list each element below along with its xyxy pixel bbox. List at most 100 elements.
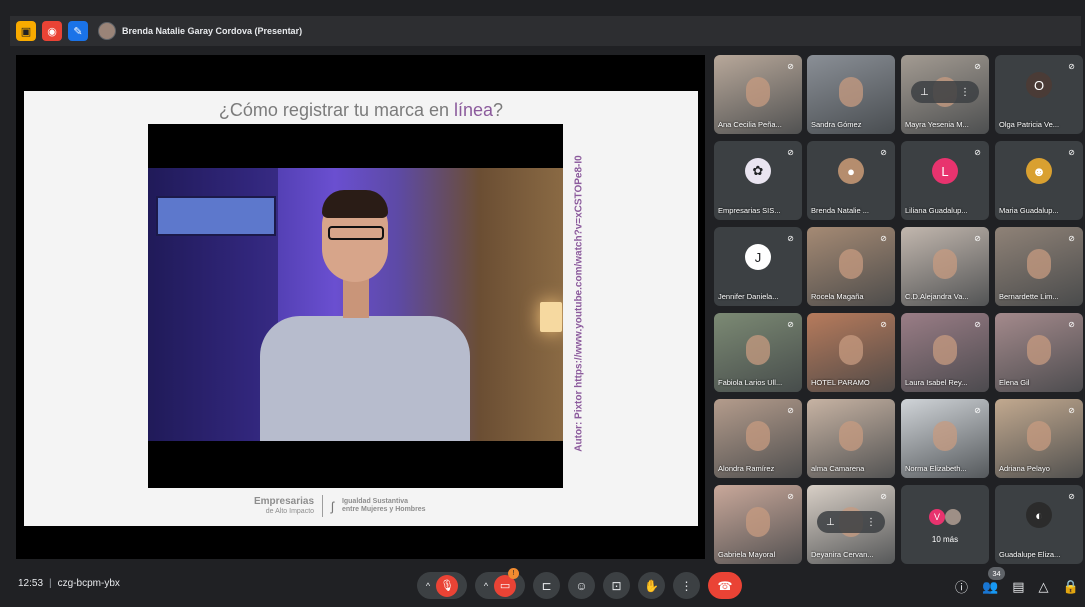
mic-off-icon: ⊘ <box>880 492 887 501</box>
mic-off-icon: ⊘ <box>974 148 981 157</box>
mic-off-icon: ⊘ <box>787 406 794 415</box>
participant-tile[interactable]: ⊘ HOTEL PARAMO <box>807 313 895 392</box>
participant-tile[interactable]: ● ⊘ Brenda Natalie ... <box>807 141 895 220</box>
alert-badge: ! <box>508 568 519 579</box>
mic-off-icon: ⊘ <box>1068 148 1075 157</box>
people-icon[interactable]: 👥 <box>982 579 998 595</box>
participant-name: Mayra Yesenia M... <box>905 120 969 129</box>
participant-name: Alondra Ramírez <box>718 464 775 473</box>
mic-off-icon: ⊘ <box>787 148 794 157</box>
hand-icon: ✋ <box>644 578 659 593</box>
logo-empresarias-line1: Empresarias <box>254 496 315 508</box>
more-avatars: V <box>929 509 961 525</box>
top-bar: ▣ ◉ ✎ Brenda Natalie Garay Cordova (Pres… <box>10 16 1081 46</box>
present-icon: ⊡ <box>611 578 622 593</box>
participant-face <box>746 77 770 107</box>
mic-off-icon: ⊘ <box>787 62 794 71</box>
tile-hover-bar: ⊥ ⋮ <box>911 81 979 103</box>
captions-icon: ⊏ <box>541 578 552 593</box>
participant-name: alma Camarena <box>811 464 865 473</box>
participant-tile[interactable]: ✿ ⊘ Empresarias SIS... <box>714 141 802 220</box>
more-participants-label: 10 más <box>931 535 959 544</box>
participant-name: Laura Isabel Rey... <box>905 378 968 387</box>
participant-tile[interactable]: Sandra Gómez <box>807 55 895 134</box>
participant-name: Maria Guadalup... <box>999 206 1059 215</box>
more-vert-icon[interactable]: ⋮ <box>960 87 970 98</box>
mic-off-icon: ⊘ <box>974 320 981 329</box>
phone-end-icon: ☎ <box>717 578 733 593</box>
participant-tile[interactable]: ⊘ Elena Gil <box>995 313 1083 392</box>
record-icon[interactable]: ◉ <box>42 21 62 41</box>
participant-name: Guadalupe Eliza... <box>999 550 1061 559</box>
participant-tile[interactable]: ⊘ Alondra Ramírez <box>714 399 802 478</box>
participant-face <box>1027 421 1051 451</box>
participant-name: Deyanira Cervan... <box>811 550 874 559</box>
participant-tile[interactable]: alma Camarena <box>807 399 895 478</box>
participant-tile[interactable]: ⊘ Gabriela Mayoral <box>714 485 802 564</box>
participant-face <box>933 335 957 365</box>
info-icon[interactable]: ⓘ <box>955 577 968 596</box>
mic-off-icon: ⊘ <box>1068 234 1075 243</box>
participant-tile[interactable]: ⊘ C.D.Alejandra Va... <box>901 227 989 306</box>
participant-tile[interactable]: ☻ ⊘ Maria Guadalup... <box>995 141 1083 220</box>
captions-button[interactable]: ⊏ <box>533 572 560 599</box>
more-options-button[interactable]: ⋮ <box>673 572 700 599</box>
camera-control[interactable]: ^ ▭ ! <box>475 568 525 599</box>
chat-icon[interactable]: ▤ <box>1012 579 1024 595</box>
mic-off-icon[interactable]: 🎙 <box>436 574 459 597</box>
separator: | <box>49 578 52 589</box>
presentation-stage[interactable]: ¿Cómo registrar tu marca en línea? Autor… <box>16 55 705 559</box>
participant-name: Bernardette Lim... <box>999 292 1059 301</box>
participant-tile[interactable]: ◐ ⊘ Guadalupe Eliza... <box>995 485 1083 564</box>
pin-icon[interactable]: ⊥ <box>920 87 929 98</box>
chevron-up-icon[interactable]: ^ <box>426 581 430 591</box>
host-controls-icon[interactable]: 🔒 <box>1063 579 1079 595</box>
participant-tile[interactable]: ⊘ Fabiola Larios Ull... <box>714 313 802 392</box>
participant-tile[interactable]: O ⊘ Olga Patricia Ve... <box>995 55 1083 134</box>
presenter-chip[interactable]: Brenda Natalie Garay Cordova (Presentar) <box>98 22 302 40</box>
activities-icon[interactable]: △ <box>1039 579 1049 595</box>
slide-title-suffix: ? <box>493 100 504 120</box>
present-button[interactable]: ⊡ <box>603 572 630 599</box>
mic-off-icon: ⊘ <box>880 148 887 157</box>
participant-tile[interactable]: ⊘ Rocela Magaña <box>807 227 895 306</box>
slide-title-prefix: ¿Cómo registrar tu marca en <box>218 100 454 120</box>
participant-tile[interactable]: ⊘ Ana Cecilia Peña... <box>714 55 802 134</box>
participant-name: HOTEL PARAMO <box>811 378 870 387</box>
video-frame <box>148 168 563 441</box>
leave-call-button[interactable]: ☎ <box>708 572 742 599</box>
mic-off-icon: ⊘ <box>974 62 981 71</box>
sticky-note-icon[interactable]: ▣ <box>16 21 36 41</box>
meeting-code[interactable]: czg-bcpm-ybx <box>58 578 120 589</box>
video-credit: Autor: Pixtor https://www.youtube.com/wa… <box>572 131 586 476</box>
video-lamp <box>540 302 562 332</box>
pen-icon[interactable]: ✎ <box>68 21 88 41</box>
raise-hand-button[interactable]: ✋ <box>638 572 665 599</box>
mic-control[interactable]: ^ 🎙 <box>417 572 467 599</box>
meet-window: ▣ ◉ ✎ Brenda Natalie Garay Cordova (Pres… <box>0 0 1085 607</box>
pin-icon[interactable]: ⊥ <box>826 517 835 528</box>
chevron-up-icon[interactable]: ^ <box>484 581 488 591</box>
more-vert-icon[interactable]: ⋮ <box>866 517 876 528</box>
participant-name: Olga Patricia Ve... <box>999 120 1060 129</box>
participant-tile[interactable]: L ⊘ Liliana Guadalup... <box>901 141 989 220</box>
bottom-bar: 12:53 | czg-bcpm-ybx ^ 🎙 ^ ▭ ! ⊏ ☺ ⊡ ✋ ⋮… <box>0 567 1085 607</box>
participant-tile[interactable]: ⊥ ⋮ ⊘ Deyanira Cervan... <box>807 485 895 564</box>
side-controls: ⓘ 👥 ▤ △ 🔒 <box>955 577 1079 596</box>
participant-tile[interactable]: ⊘ Adriana Pelayo <box>995 399 1083 478</box>
participant-tile[interactable]: J ⊘ Jennifer Daniela... <box>714 227 802 306</box>
participant-tile[interactable]: V 10 más <box>901 485 989 564</box>
participant-face <box>839 77 863 107</box>
emoji-button[interactable]: ☺ <box>568 572 595 599</box>
mic-off-icon: ⊘ <box>787 492 794 501</box>
presenter-label: Brenda Natalie Garay Cordova (Presentar) <box>122 26 303 36</box>
mic-off-icon: ⊘ <box>1068 62 1075 71</box>
participant-name: Fabiola Larios Ull... <box>718 378 783 387</box>
participant-tile[interactable]: ⊘ Bernardette Lim... <box>995 227 1083 306</box>
participant-tile[interactable]: ⊘ Norma Elizabeth... <box>901 399 989 478</box>
participant-tile[interactable]: ⊥ ⋮ ⊘ Mayra Yesenia M... <box>901 55 989 134</box>
participant-name: Ana Cecilia Peña... <box>718 120 782 129</box>
participant-tile[interactable]: ⊘ Laura Isabel Rey... <box>901 313 989 392</box>
participant-face <box>839 335 863 365</box>
participant-face <box>839 249 863 279</box>
